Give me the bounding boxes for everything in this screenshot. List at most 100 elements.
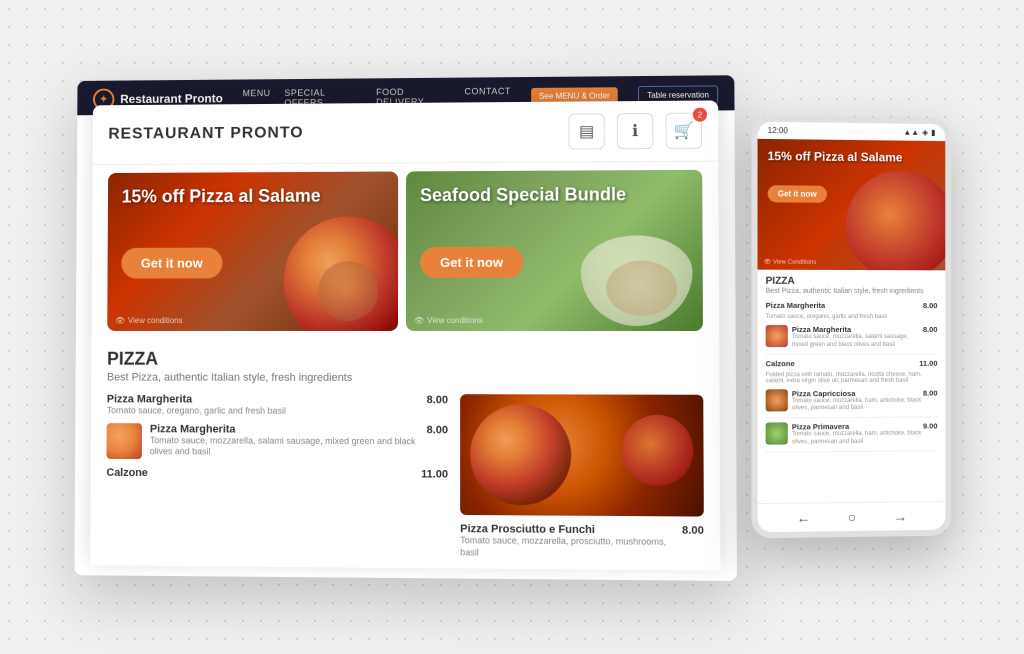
mobile-forward-button[interactable]: → bbox=[893, 508, 907, 524]
menu-item-2: Pizza Margherita Tomato sauce, mozzarell… bbox=[106, 423, 448, 460]
app-header-icons: ▤ ℹ 🛒 2 bbox=[568, 112, 702, 149]
menu-item-1-price: 8.00 bbox=[427, 394, 448, 406]
mobile-item-2-name: Pizza Margherita bbox=[792, 325, 923, 334]
app-header: RESTAURANT PRONTO ▤ ℹ 🛒 2 bbox=[93, 100, 719, 165]
promo-content-1: 15% off Pizza al Salame Get it now bbox=[107, 171, 398, 292]
menu-item-2-desc: Tomato sauce, mozzarella, salami sausage… bbox=[150, 435, 419, 460]
mobile-item-2-thumb bbox=[766, 325, 788, 347]
eye-icon-1: 👁 bbox=[115, 316, 125, 325]
mobile-menu-item-2: Pizza Margherita Tomato sauce, mozzarell… bbox=[766, 325, 938, 355]
cart-icon-button[interactable]: 🛒 2 bbox=[665, 112, 702, 148]
eye-icon-2: 👁 bbox=[414, 316, 424, 325]
menu-icon: ▤ bbox=[579, 121, 594, 141]
mobile-item-5-thumb bbox=[766, 422, 788, 444]
mobile-menu-item-4: Pizza Capricciosa Tomato sauce, mozzarel… bbox=[766, 388, 938, 418]
menu-item-3: Calzone 11.00 bbox=[106, 466, 448, 480]
mobile-menu-item-3: Calzone 11.00 bbox=[766, 358, 938, 367]
get-it-now-button-2[interactable]: Get it now bbox=[420, 246, 523, 277]
mobile-view-conditions[interactable]: 👁 View Conditions bbox=[764, 258, 817, 265]
promo-title-2: Seafood Special Bundle bbox=[420, 184, 688, 207]
mobile-item-2-info: Pizza Margherita Tomato sauce, mozzarell… bbox=[792, 325, 923, 350]
mobile-menu-item-5: Pizza Primavera Tomato sauce, mozzarella… bbox=[766, 421, 938, 452]
featured-item-info: Pizza Prosciutto e Funchi Tomato sauce, … bbox=[460, 523, 682, 560]
get-it-now-button-1[interactable]: Get it now bbox=[121, 247, 222, 278]
mobile-item-3-price: 11.00 bbox=[919, 358, 937, 367]
mobile-category-desc: Best Pizza, authentic Italian style, fre… bbox=[766, 288, 938, 295]
menu-item-3-info: Calzone bbox=[106, 466, 148, 478]
info-icon: ℹ bbox=[632, 121, 638, 141]
mobile-item-1-desc: Tomato sauce, oregano, garlic and fresh … bbox=[766, 314, 938, 320]
signal-icon: ▲▲ bbox=[903, 127, 919, 136]
mobile-time: 12:00 bbox=[768, 126, 788, 135]
app-panel: RESTAURANT PRONTO ▤ ℹ 🛒 2 bbox=[90, 100, 720, 571]
mobile-item-4-price: 8.00 bbox=[923, 388, 937, 413]
promo-banner-1: 15% off Pizza al Salame Get it now 👁 Vie… bbox=[107, 171, 398, 331]
mobile-item-2-left: Pizza Margherita Tomato sauce, mozzarell… bbox=[766, 325, 923, 350]
menu-list: Pizza Margherita Tomato sauce, oregano, … bbox=[106, 393, 448, 558]
featured-item-col: Pizza Prosciutto e Funchi Tomato sauce, … bbox=[460, 394, 704, 561]
promo-title-1: 15% off Pizza al Salame bbox=[122, 185, 385, 208]
mobile-mockup: 12:00 ▲▲ ◈ ▮ 15% off Pizza al Salame Get… bbox=[751, 115, 951, 538]
mobile-item-2-price: 8.00 bbox=[923, 325, 937, 349]
mobile-nav-bar: ← ○ → bbox=[758, 501, 946, 532]
mobile-item-3-desc: Folded pizza with tomato, mozzarella, ri… bbox=[766, 371, 938, 384]
battery-icon: ▮ bbox=[931, 128, 935, 137]
mobile-hero-content: 15% off Pizza al Salame Get it now bbox=[758, 139, 946, 214]
cart-icon: 🛒 bbox=[674, 120, 694, 140]
mobile-hero: 15% off Pizza al Salame Get it now 👁 Vie… bbox=[758, 139, 946, 271]
category-description: Best Pizza, authentic Italian style, fre… bbox=[107, 371, 703, 384]
promo-banner-2: Seafood Special Bundle Get it now 👁 View… bbox=[406, 170, 703, 331]
view-conditions-1[interactable]: 👁 View conditions bbox=[115, 316, 182, 325]
menu-icon-button[interactable]: ▤ bbox=[568, 113, 604, 149]
mobile-item-1-name: Pizza Margherita bbox=[766, 301, 826, 310]
app-title: RESTAURANT PRONTO bbox=[108, 124, 303, 143]
desktop-mockup: ✦ Restaurant Pronto MENU SPECIAL OFFERS … bbox=[74, 75, 737, 581]
featured-item-image bbox=[460, 394, 704, 516]
mobile-item-4-thumb bbox=[766, 389, 788, 411]
menu-item-1: Pizza Margherita Tomato sauce, oregano, … bbox=[107, 393, 448, 418]
mobile-category-title: PIZZA bbox=[766, 276, 938, 288]
mobile-item-5-left: Pizza Primavera Tomato sauce, mozzarella… bbox=[766, 422, 923, 448]
mobile-promo-title: 15% off Pizza al Salame bbox=[768, 149, 936, 165]
main-scene: ✦ Restaurant Pronto MENU SPECIAL OFFERS … bbox=[52, 57, 972, 597]
mobile-status-bar: 12:00 ▲▲ ◈ ▮ bbox=[758, 122, 946, 141]
featured-item-caption: Pizza Prosciutto e Funchi Tomato sauce, … bbox=[460, 523, 704, 561]
mobile-item-4-left: Pizza Capricciosa Tomato sauce, mozzarel… bbox=[766, 388, 923, 413]
menu-item-2-thumb bbox=[106, 423, 142, 459]
pizza-image-circle bbox=[470, 404, 571, 505]
mobile-menu-item-1: Pizza Margherita 8.00 bbox=[766, 301, 938, 310]
mobile-item-4-info: Pizza Capricciosa Tomato sauce, mozzarel… bbox=[792, 388, 923, 413]
menu-columns: Pizza Margherita Tomato sauce, oregano, … bbox=[106, 393, 704, 560]
mobile-item-1-price: 8.00 bbox=[923, 301, 937, 310]
info-icon-button[interactable]: ℹ bbox=[617, 113, 654, 149]
menu-item-3-name: Calzone bbox=[106, 466, 148, 478]
menu-item-1-name: Pizza Margherita bbox=[107, 393, 286, 405]
mobile-item-5-info: Pizza Primavera Tomato sauce, mozzarella… bbox=[792, 422, 923, 448]
menu-item-2-info: Pizza Margherita Tomato sauce, mozzarell… bbox=[150, 423, 419, 459]
menu-item-1-info: Pizza Margherita Tomato sauce, oregano, … bbox=[107, 393, 286, 417]
mobile-content: PIZZA Best Pizza, authentic Italian styl… bbox=[758, 269, 946, 502]
view-conditions-2[interactable]: 👁 View conditions bbox=[414, 316, 483, 325]
category-title: PIZZA bbox=[107, 349, 703, 371]
mobile-eye-icon: 👁 bbox=[764, 259, 772, 265]
mobile-home-button[interactable]: ○ bbox=[848, 509, 856, 525]
mobile-get-button[interactable]: Get it now bbox=[768, 185, 827, 203]
mobile-item-2-desc: Tomato sauce, mozzarella, salami sausage… bbox=[792, 334, 923, 350]
promo-section: 15% off Pizza al Salame Get it now 👁 Vie… bbox=[92, 161, 720, 338]
featured-item-desc: Tomato sauce, mozzarella, prosciutto, mu… bbox=[460, 535, 682, 560]
menu-item-2-name: Pizza Margherita bbox=[150, 423, 419, 436]
cart-badge: 2 bbox=[693, 107, 707, 121]
menu-item-2-price: 8.00 bbox=[427, 424, 449, 436]
mobile-item-5-price: 9.00 bbox=[923, 421, 937, 446]
pizza-image-circle-2 bbox=[622, 415, 694, 486]
mobile-back-button[interactable]: ← bbox=[796, 509, 810, 525]
mobile-item-4-name: Pizza Capricciosa bbox=[792, 388, 923, 398]
mobile-item-4-desc: Tomato sauce, mozzarella, ham, artichoke… bbox=[792, 397, 923, 413]
mobile-item-5-desc: Tomato sauce, mozzarella, ham, artichoke… bbox=[792, 431, 923, 448]
mobile-status-icons: ▲▲ ◈ ▮ bbox=[903, 127, 935, 136]
menu-item-1-desc: Tomato sauce, oregano, garlic and fresh … bbox=[107, 405, 286, 417]
menu-section: PIZZA Best Pizza, authentic Italian styl… bbox=[90, 339, 720, 571]
menu-item-3-price: 11.00 bbox=[421, 468, 448, 480]
featured-item-price: 8.00 bbox=[682, 524, 704, 536]
mobile-item-3-name: Calzone bbox=[766, 359, 795, 368]
